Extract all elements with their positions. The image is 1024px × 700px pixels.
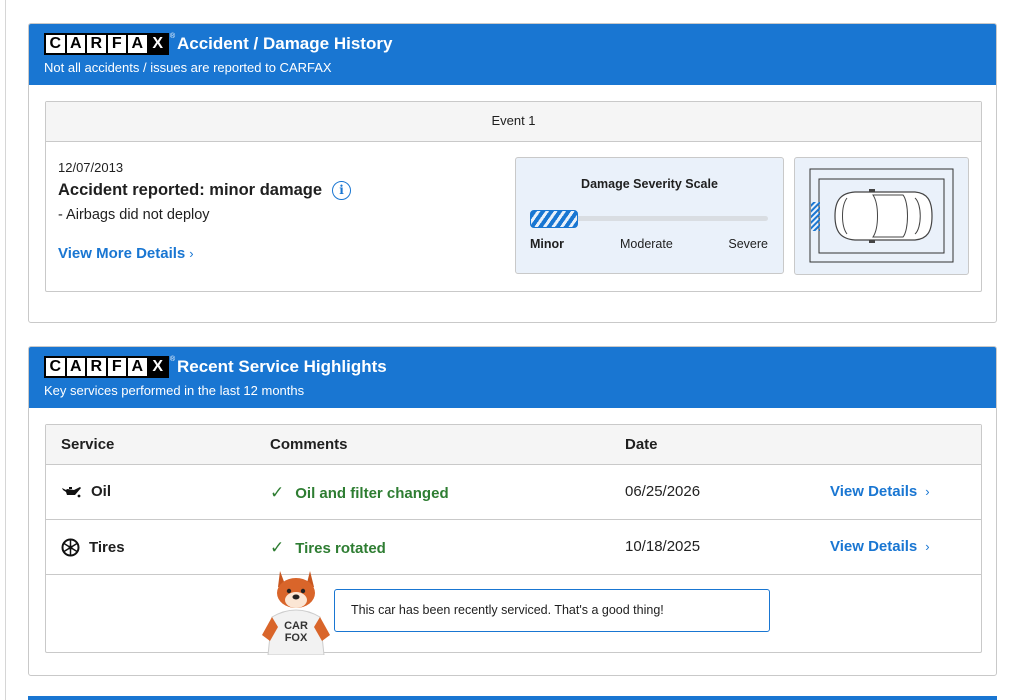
- accident-card-subtitle: Not all accidents / issues are reported …: [44, 60, 332, 75]
- oil-can-icon: [62, 486, 81, 497]
- info-icon[interactable]: i: [332, 181, 352, 200]
- service-name: Oil: [61, 483, 111, 500]
- service-card-header: CARFAX ® Recent Service Highlights Key s…: [29, 347, 996, 408]
- severity-level-fill: [530, 210, 578, 228]
- service-date: 06/25/2026: [625, 483, 701, 500]
- damage-severity-scale: Damage Severity Scale Minor Moderate Sev…: [515, 157, 784, 274]
- column-header-date: Date: [625, 436, 658, 453]
- tire-icon: [61, 538, 80, 557]
- service-comment: ✓ Oil and filter changed: [270, 483, 449, 502]
- chevron-right-icon: ›: [925, 484, 930, 499]
- event-header: Event 1: [46, 102, 981, 142]
- severity-label-moderate: Moderate: [620, 237, 673, 251]
- event-panel: Event 1 12/07/2013 Accident reported: mi…: [45, 101, 982, 292]
- service-table-header: Service Comments Date: [46, 425, 981, 465]
- column-header-comments: Comments: [270, 436, 348, 453]
- view-details-link[interactable]: View Details ›: [830, 483, 930, 500]
- carfax-logo: CARFAX ®: [44, 356, 175, 378]
- service-name: Tires: [61, 538, 125, 557]
- table-row: Tires ✓ Tires rotated 10/18/2025 View De…: [46, 520, 981, 575]
- recent-service-highlights-card: CARFAX ® Recent Service Highlights Key s…: [28, 346, 997, 676]
- page-left-border: [5, 0, 6, 700]
- accident-damage-history-card: CARFAX ® Accident / Damage History Not a…: [28, 23, 997, 323]
- table-row: Oil ✓ Oil and filter changed 06/25/2026 …: [46, 465, 981, 520]
- view-details-link[interactable]: View Details ›: [830, 538, 930, 555]
- column-header-service: Service: [61, 436, 115, 453]
- service-table: Service Comments Date Oil ✓ Oil and filt…: [45, 424, 982, 656]
- chevron-right-icon: ›: [189, 246, 194, 261]
- checkmark-icon: ✓: [270, 538, 285, 557]
- mascot-shirt-line-2: FOX: [285, 632, 308, 644]
- carfax-logo: CARFAX ®: [44, 33, 175, 55]
- mascot-shirt-line-1: CAR: [284, 620, 308, 632]
- accident-card-title: Accident / Damage History: [177, 34, 393, 53]
- chevron-right-icon: ›: [925, 539, 930, 554]
- service-card-title: Recent Service Highlights: [177, 357, 387, 376]
- next-card-header-edge: [28, 696, 997, 700]
- event-note: - Airbags did not deploy: [58, 207, 210, 223]
- service-date: 10/18/2025: [625, 538, 701, 555]
- event-title: Accident reported: minor damage i: [58, 181, 352, 200]
- damage-location-diagram: [794, 157, 969, 275]
- severity-title: Damage Severity Scale: [581, 177, 718, 191]
- car-top-view-icon: [809, 168, 954, 263]
- view-more-details-link[interactable]: View More Details ›: [58, 245, 194, 262]
- service-comment: ✓ Tires rotated: [270, 538, 386, 557]
- event-title-text: Accident reported: minor damage: [58, 181, 323, 199]
- severity-label-minor: Minor: [530, 237, 565, 251]
- carfox-mascot: CAR FOX: [256, 565, 336, 660]
- checkmark-icon: ✓: [270, 483, 285, 502]
- accident-card-header: CARFAX ® Accident / Damage History Not a…: [29, 24, 996, 85]
- service-callout: This car has been recently serviced. Tha…: [334, 589, 770, 632]
- service-card-subtitle: Key services performed in the last 12 mo…: [44, 383, 305, 398]
- event-date: 12/07/2013: [58, 160, 124, 175]
- severity-label-severe: Severe: [728, 237, 768, 251]
